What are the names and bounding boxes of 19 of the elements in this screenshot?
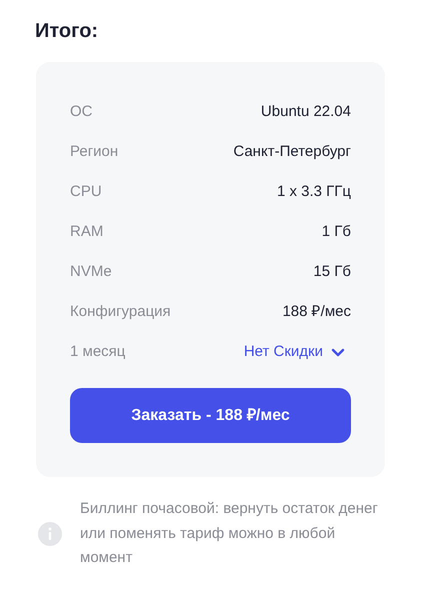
row-value: 15 Гб — [313, 262, 351, 282]
row-value: Ubuntu 22.04 — [260, 102, 351, 122]
row-label: CPU — [70, 182, 102, 202]
row-label: Конфигурация — [70, 302, 171, 322]
row-value: 188 ₽/мес — [282, 302, 351, 322]
row-label: RAM — [70, 222, 104, 242]
row-label: ОС — [70, 102, 92, 122]
row-label: Регион — [70, 142, 118, 162]
row-value: 1 Гб — [322, 222, 351, 242]
row-label: NVMe — [70, 262, 112, 282]
info-icon — [38, 522, 62, 546]
row-value: 1 x 3.3 ГГц — [276, 182, 351, 202]
discount-dropdown[interactable]: Нет Скидки — [244, 340, 345, 364]
row-value: Санкт-Петербург — [233, 142, 351, 162]
chevron-down-icon — [331, 348, 345, 356]
billing-note: Биллинг почасовой: вернуть остаток денег или поменять тариф можно в любой момент — [80, 499, 379, 568]
summary-title: Итого: — [35, 19, 100, 44]
order-button[interactable]: Заказать - 188 ₽/мес — [70, 388, 351, 443]
row-label: 1 месяц — [70, 342, 126, 362]
